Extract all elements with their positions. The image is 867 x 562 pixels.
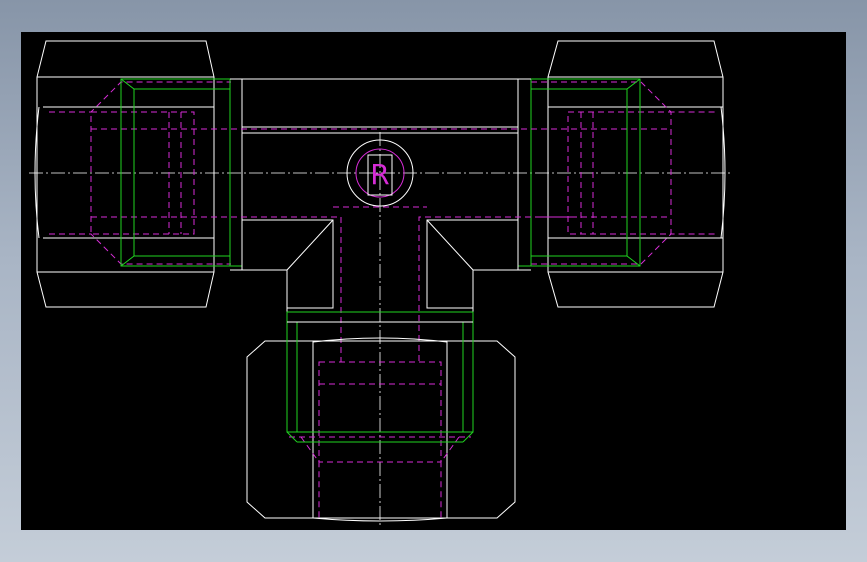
application-frame: R	[0, 0, 867, 562]
right-nut	[531, 40, 726, 308]
tee-body	[191, 78, 571, 362]
cad-viewport[interactable]: R	[21, 32, 846, 530]
tee-fitting-drawing: R	[29, 40, 733, 528]
logo-glyph: R	[370, 158, 389, 191]
left-nut	[34, 40, 231, 308]
